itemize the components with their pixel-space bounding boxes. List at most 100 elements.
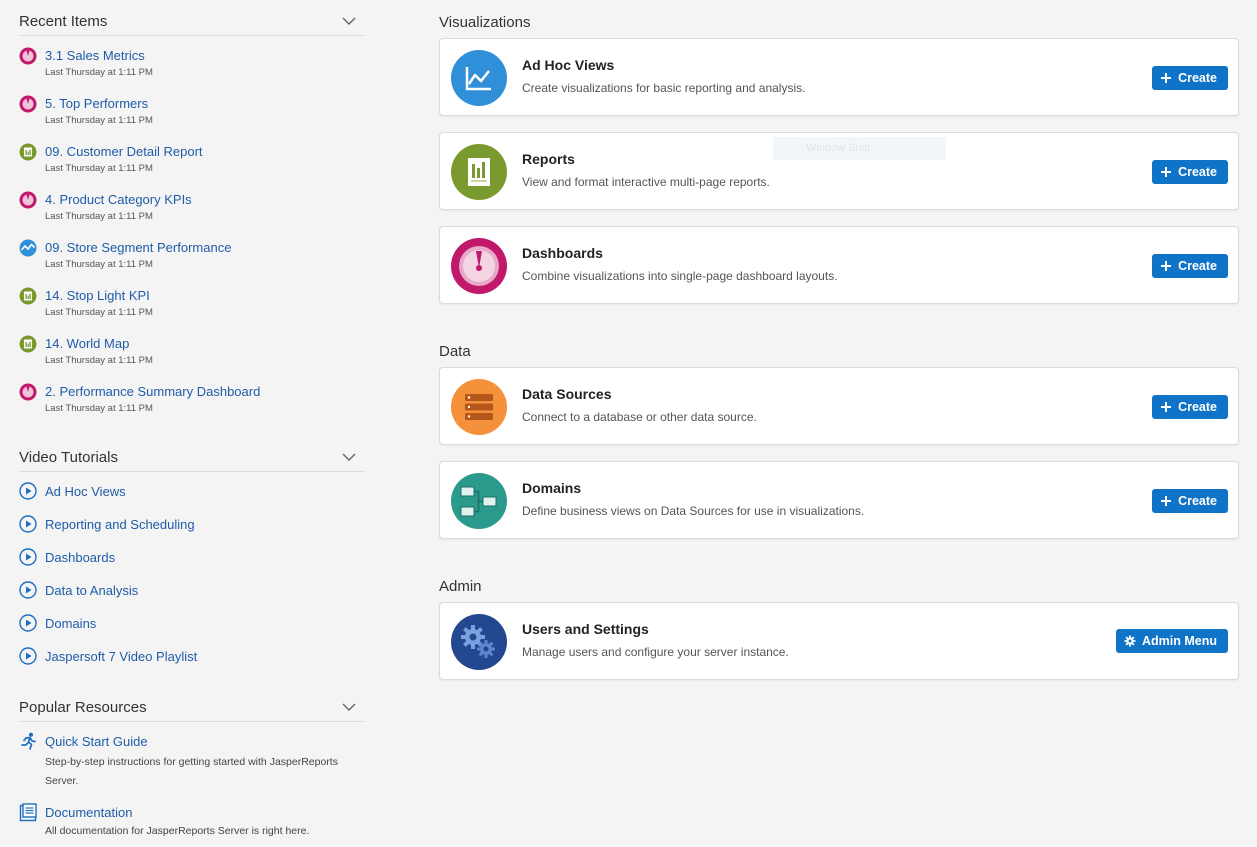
- plus-icon: [1161, 73, 1172, 83]
- recent-item-name[interactable]: 14. Stop Light KPI: [45, 288, 150, 303]
- create-domain-button[interactable]: Create: [1152, 489, 1228, 513]
- recent-item-time: Last Thursday at 1:11 PM: [45, 67, 153, 78]
- recent-item-name[interactable]: 09. Store Segment Performance: [45, 240, 231, 255]
- card-ad-hoc-views: Ad Hoc Views Create visualizations for b…: [439, 38, 1239, 116]
- recent-item[interactable]: 09. Customer Detail Report Last Thursday…: [19, 141, 359, 189]
- recent-item[interactable]: 2. Performance Summary Dashboard Last Th…: [19, 381, 359, 429]
- play-icon: [19, 482, 37, 500]
- recent-item[interactable]: 09. Store Segment Performance Last Thurs…: [19, 237, 359, 285]
- resource-item-documentation[interactable]: Documentation All documentation for Jasp…: [19, 803, 359, 843]
- video-tutorials-title: Video Tutorials: [19, 449, 118, 466]
- adhoc-view-icon: [19, 239, 37, 257]
- running-person-icon: [21, 732, 36, 750]
- recent-item[interactable]: 14. Stop Light KPI Last Thursday at 1:11…: [19, 285, 359, 333]
- plus-icon: [1161, 496, 1172, 506]
- create-ad-hoc-view-button[interactable]: Create: [1152, 66, 1228, 90]
- document-icon: [19, 803, 37, 822]
- recent-item[interactable]: 14. World Map Last Thursday at 1:11 PM: [19, 333, 359, 381]
- create-dashboard-button[interactable]: Create: [1152, 254, 1228, 278]
- chevron-down-icon[interactable]: [342, 702, 356, 712]
- create-button-label: Create: [1178, 165, 1217, 179]
- recent-item-time: Last Thursday at 1:11 PM: [45, 355, 153, 366]
- recent-item-time: Last Thursday at 1:11 PM: [45, 307, 153, 318]
- create-data-source-button[interactable]: Create: [1152, 395, 1228, 419]
- card-description: View and format interactive multi-page r…: [522, 175, 770, 189]
- create-button-label: Create: [1178, 400, 1217, 414]
- resource-description: Step-by-step instructions for getting st…: [45, 756, 338, 787]
- card-title: Data Sources: [522, 386, 612, 402]
- card-title: Users and Settings: [522, 621, 649, 637]
- video-item-name[interactable]: Ad Hoc Views: [45, 484, 126, 499]
- ad-hoc-view-icon: [451, 50, 507, 106]
- create-report-button[interactable]: Create: [1152, 160, 1228, 184]
- gear-icon: [1124, 635, 1136, 647]
- card-users-and-settings: Users and Settings Manage users and conf…: [439, 602, 1239, 680]
- recent-items-title: Recent Items: [19, 13, 108, 30]
- window-snip-overlay: Window Snip: [773, 137, 946, 160]
- recent-item-name[interactable]: 5. Top Performers: [45, 96, 148, 111]
- create-button-label: Create: [1178, 259, 1217, 273]
- report-icon: [451, 144, 507, 200]
- video-item[interactable]: Domains: [19, 614, 359, 636]
- play-icon: [19, 581, 37, 599]
- card-description: Define business views on Data Sources fo…: [522, 504, 865, 518]
- recent-item-time: Last Thursday at 1:11 PM: [45, 403, 153, 414]
- video-item[interactable]: Ad Hoc Views: [19, 482, 359, 504]
- card-title: Reports: [522, 151, 575, 167]
- create-button-label: Create: [1178, 494, 1217, 508]
- dashboard-icon: [19, 191, 37, 209]
- gears-icon: [451, 614, 507, 670]
- video-item[interactable]: Dashboards: [19, 548, 359, 570]
- recent-item-time: Last Thursday at 1:11 PM: [45, 115, 153, 126]
- video-item-name[interactable]: Reporting and Scheduling: [45, 517, 195, 532]
- video-item[interactable]: Data to Analysis: [19, 581, 359, 603]
- recent-item-name[interactable]: 14. World Map: [45, 336, 129, 351]
- admin-menu-button[interactable]: Admin Menu: [1116, 629, 1228, 653]
- resource-description: All documentation for JasperReports Serv…: [45, 825, 310, 837]
- resource-name[interactable]: Quick Start Guide: [45, 734, 148, 749]
- plus-icon: [1161, 261, 1172, 271]
- video-item-name[interactable]: Dashboards: [45, 550, 115, 565]
- recent-item-time: Last Thursday at 1:11 PM: [45, 211, 153, 222]
- card-title: Dashboards: [522, 245, 603, 261]
- card-description: Combine visualizations into single-page …: [522, 269, 838, 283]
- recent-item-name[interactable]: 3.1 Sales Metrics: [45, 48, 145, 63]
- card-domains: Domains Define business views on Data So…: [439, 461, 1239, 539]
- video-item-name[interactable]: Jaspersoft 7 Video Playlist: [45, 649, 197, 664]
- card-description: Manage users and configure your server i…: [522, 645, 789, 659]
- recent-item[interactable]: 4. Product Category KPIs Last Thursday a…: [19, 189, 359, 237]
- visualizations-heading: Visualizations: [439, 14, 531, 31]
- recent-item-name[interactable]: 09. Customer Detail Report: [45, 144, 203, 159]
- play-icon: [19, 515, 37, 533]
- recent-item-time: Last Thursday at 1:11 PM: [45, 259, 153, 270]
- popular-resources-header[interactable]: Popular Resources: [19, 696, 365, 722]
- plus-icon: [1161, 167, 1172, 177]
- video-item[interactable]: Reporting and Scheduling: [19, 515, 359, 537]
- recent-item-name[interactable]: 2. Performance Summary Dashboard: [45, 384, 260, 399]
- recent-item[interactable]: 3.1 Sales Metrics Last Thursday at 1:11 …: [19, 45, 359, 93]
- chevron-down-icon[interactable]: [342, 452, 356, 462]
- video-item-name[interactable]: Data to Analysis: [45, 583, 138, 598]
- report-icon: [19, 335, 37, 353]
- report-icon: [19, 143, 37, 161]
- card-data-sources: Data Sources Connect to a database or ot…: [439, 367, 1239, 445]
- video-item[interactable]: Jaspersoft 7 Video Playlist: [19, 647, 359, 669]
- recent-item-time: Last Thursday at 1:11 PM: [45, 163, 153, 174]
- video-tutorials-header[interactable]: Video Tutorials: [19, 446, 365, 472]
- recent-item-name[interactable]: 4. Product Category KPIs: [45, 192, 192, 207]
- resource-item-quick-start[interactable]: Quick Start Guide Step-by-step instructi…: [19, 732, 359, 790]
- video-item-name[interactable]: Domains: [45, 616, 96, 631]
- window-snip-label: Window Snip: [806, 142, 871, 154]
- popular-resources-title: Popular Resources: [19, 699, 147, 716]
- data-heading: Data: [439, 343, 471, 360]
- plus-icon: [1161, 402, 1172, 412]
- card-dashboards: Dashboards Combine visualizations into s…: [439, 226, 1239, 304]
- play-icon: [19, 614, 37, 632]
- create-button-label: Create: [1178, 71, 1217, 85]
- chevron-down-icon[interactable]: [342, 16, 356, 26]
- recent-items-header[interactable]: Recent Items: [19, 10, 365, 36]
- resource-name[interactable]: Documentation: [45, 805, 132, 820]
- recent-item[interactable]: 5. Top Performers Last Thursday at 1:11 …: [19, 93, 359, 141]
- card-title: Ad Hoc Views: [522, 57, 615, 73]
- card-description: Connect to a database or other data sour…: [522, 410, 757, 424]
